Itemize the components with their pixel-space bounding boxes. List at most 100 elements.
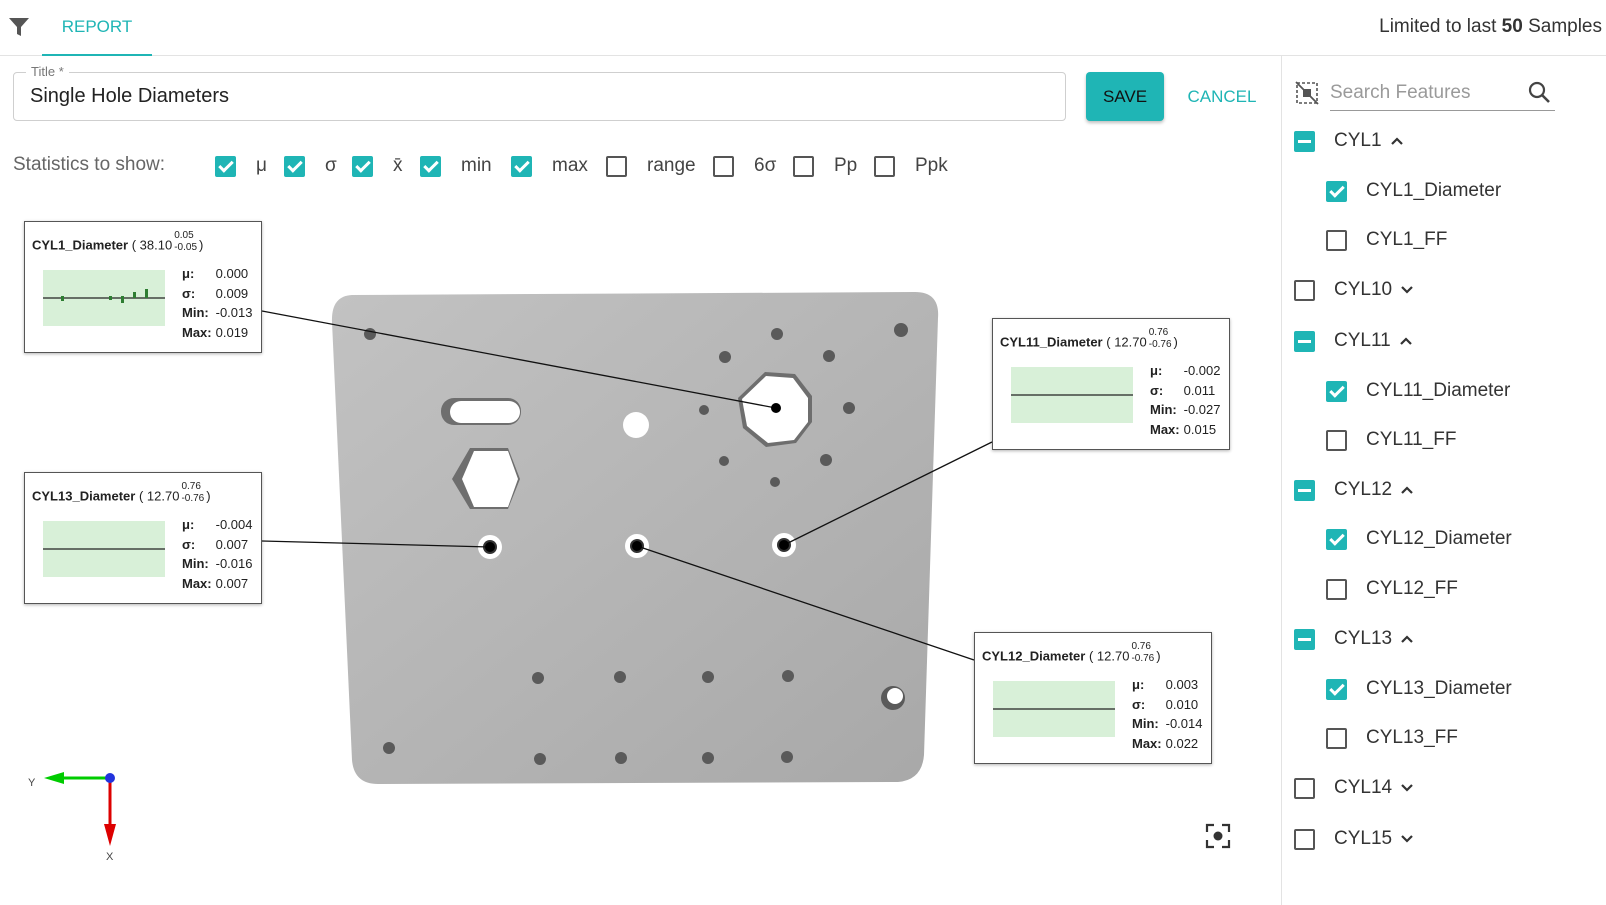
title-label: Title * [26, 64, 69, 79]
tree-checkbox[interactable] [1326, 578, 1347, 600]
min-value: -0.014 [1165, 716, 1203, 731]
stat-checkbox[interactable] [606, 155, 627, 177]
stat-checkbox[interactable] [793, 155, 814, 177]
sigma-value: 0.010 [1165, 696, 1199, 712]
tree-group-item[interactable]: CYL15 [1294, 824, 1414, 854]
tree-checkbox[interactable] [1326, 727, 1347, 749]
tree-checkbox[interactable] [1294, 279, 1315, 301]
cancel-button[interactable]: CANCEL [1180, 72, 1264, 121]
tree-group-item[interactable]: CYL12 [1294, 475, 1414, 505]
tree-feature-item[interactable]: CYL12_Diameter [1326, 524, 1512, 554]
save-button[interactable]: SAVE [1086, 72, 1164, 121]
stat-option[interactable]: x̄ [352, 153, 403, 179]
tree-group-item[interactable]: CYL14 [1294, 773, 1414, 803]
tree-checkbox[interactable] [1326, 229, 1347, 251]
chevron-up-icon[interactable] [1390, 136, 1404, 146]
max-value: 0.015 [1183, 421, 1217, 437]
hole [623, 412, 649, 438]
tree-feature-item[interactable]: CYL13_Diameter [1326, 674, 1512, 704]
min-label: Min: [182, 305, 209, 320]
stat-checkbox[interactable] [713, 155, 734, 177]
card-feature-name: CYL11_Diameter [1000, 334, 1103, 350]
stat-checkbox[interactable] [420, 155, 441, 177]
tree-checkbox[interactable] [1294, 479, 1315, 501]
tree-checkbox[interactable] [1294, 628, 1315, 650]
max-label: Max: [1150, 421, 1180, 437]
stat-option[interactable]: σ [284, 153, 337, 179]
feature-callout-card[interactable]: CYL11_Diameter ( 12.700.76 -0.76) μ: -0.00… [992, 318, 1230, 450]
tree-feature-item[interactable]: CYL12_FF [1326, 574, 1458, 604]
mu-value: -0.004 [215, 517, 253, 532]
tree-group-item[interactable]: CYL1 [1294, 126, 1404, 156]
tree-item-label: CYL12 [1334, 479, 1393, 500]
tree-checkbox[interactable] [1326, 429, 1347, 451]
tree-checkbox[interactable] [1326, 678, 1347, 700]
sigma-label: σ: [1150, 382, 1164, 398]
tree-feature-item[interactable]: CYL1_Diameter [1326, 176, 1501, 206]
chevron-up-icon[interactable] [1400, 485, 1414, 495]
stat-option[interactable]: Pp [793, 153, 857, 179]
tree-checkbox[interactable] [1326, 380, 1347, 402]
leader-dot [485, 542, 495, 552]
deselect-all-icon[interactable] [1294, 80, 1320, 106]
tree-group-item[interactable]: CYL11 [1294, 326, 1413, 356]
chevron-up-icon[interactable] [1400, 634, 1414, 644]
tree-checkbox[interactable] [1294, 330, 1315, 352]
feature-callout-card[interactable]: CYL12_Diameter ( 12.700.76 -0.76) μ: 0.003… [974, 632, 1212, 764]
tree-checkbox[interactable] [1294, 777, 1315, 799]
stat-label: Ppk [915, 155, 948, 176]
tree-checkbox[interactable] [1294, 828, 1315, 850]
tab-report[interactable]: REPORT [42, 0, 152, 56]
tree-checkbox[interactable] [1326, 180, 1347, 202]
stat-checkbox[interactable] [215, 155, 236, 177]
sigma-value: 0.009 [215, 285, 249, 301]
sigma-value: 0.007 [215, 536, 249, 552]
card-header: CYL1_Diameter ( 38.100.05 -0.05) [32, 230, 204, 253]
title-field[interactable]: Title * [13, 64, 1066, 121]
tree-checkbox[interactable] [1294, 130, 1315, 152]
stat-option[interactable]: min [420, 153, 492, 179]
feature-callout-card[interactable]: CYL13_Diameter ( 12.700.76 -0.76) μ: -0.00… [24, 472, 262, 604]
feature-callout-card[interactable]: CYL1_Diameter ( 38.100.05 -0.05) μ: 0.000 σ… [24, 221, 262, 353]
axis-x-label: X [106, 851, 114, 863]
tree-item-label: CYL11_Diameter [1366, 380, 1511, 401]
tree-feature-item[interactable]: CYL13_FF [1326, 723, 1458, 753]
recenter-view-icon[interactable] [1205, 823, 1231, 849]
chevron-down-icon[interactable] [1400, 285, 1414, 295]
stat-option[interactable]: Ppk [874, 153, 948, 179]
stat-checkbox[interactable] [511, 155, 532, 177]
tree-feature-item[interactable]: CYL1_FF [1326, 225, 1447, 255]
leader-dot [632, 541, 642, 551]
tree-checkbox[interactable] [1326, 528, 1347, 550]
mu-label: μ: [1132, 677, 1145, 692]
filter-icon[interactable] [8, 16, 30, 38]
tree-group-item[interactable]: CYL10 [1294, 275, 1414, 305]
stat-option[interactable]: range [606, 153, 696, 179]
stat-option[interactable]: 6σ [713, 153, 776, 179]
stat-checkbox[interactable] [874, 155, 895, 177]
tree-feature-item[interactable]: CYL11_Diameter [1326, 376, 1510, 406]
stat-checkbox[interactable] [352, 155, 373, 177]
card-header: CYL12_Diameter ( 12.700.76 -0.76) [982, 641, 1161, 664]
search-icon[interactable] [1527, 80, 1551, 104]
mu-label: μ: [182, 517, 195, 532]
chevron-down-icon[interactable] [1400, 834, 1414, 844]
stat-label: range [647, 155, 696, 176]
limit-count: 50 [1501, 16, 1523, 37]
tree-item-label: CYL13_FF [1366, 727, 1458, 748]
sigma-label: σ: [182, 536, 196, 552]
stat-option[interactable]: max [511, 153, 588, 179]
stat-checkbox[interactable] [284, 155, 305, 177]
min-label: Min: [1132, 716, 1159, 731]
search-input[interactable] [1330, 78, 1510, 108]
card-tolerance: 0.76 -0.76 [181, 481, 204, 505]
title-input[interactable] [30, 85, 1030, 108]
stat-label: 6σ [754, 155, 777, 176]
chevron-up-icon[interactable] [1399, 336, 1413, 346]
tree-group-item[interactable]: CYL13 [1294, 624, 1414, 654]
stat-option[interactable]: μ [215, 153, 267, 179]
axis-y-label: Y [28, 777, 36, 789]
feature-search[interactable] [1330, 78, 1555, 111]
chevron-down-icon[interactable] [1400, 783, 1414, 793]
tree-feature-item[interactable]: CYL11_FF [1326, 425, 1456, 455]
